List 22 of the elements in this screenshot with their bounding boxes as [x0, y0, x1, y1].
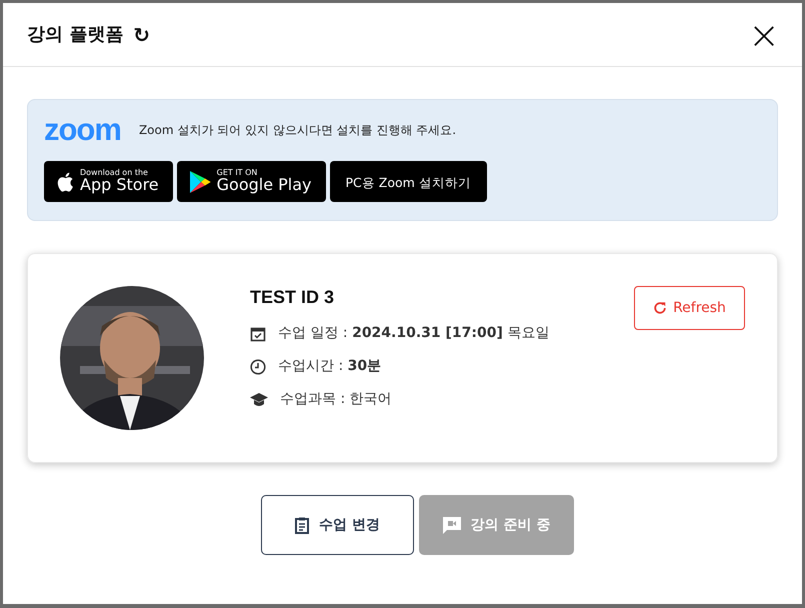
play-store-icon: [188, 170, 211, 194]
close-button[interactable]: ×: [748, 16, 780, 54]
clock-icon: [250, 358, 266, 374]
student-name: TEST ID 3: [250, 286, 336, 309]
calendar-icon: [250, 326, 266, 342]
clipboard-icon: [295, 516, 310, 534]
graduation-cap-icon: [250, 392, 268, 406]
install-message: Zoom 설치가 되어 있지 않으시다면 설치를 진행해 주세요.: [138, 122, 456, 138]
refresh-icon: [653, 301, 668, 315]
lesson-detail: 수업과목 : 한국어: [280, 390, 392, 409]
lesson-detail: 수업시간 : 30분: [278, 357, 382, 376]
change-class-button[interactable]: 수업 변경: [261, 495, 414, 555]
refresh-button[interactable]: Refresh: [634, 286, 745, 330]
dialog-title: 강의 플랫폼: [27, 23, 124, 47]
lesson-detail: 수업 일정 : 2024.10.31 [17:00] 목요일: [278, 324, 550, 343]
store-button[interactable]: GET IT ON Google Play: [176, 161, 326, 202]
zoom-logo: zoom: [44, 114, 121, 145]
refresh-button[interactable]: ↻: [133, 24, 150, 44]
video-chat-icon: [442, 516, 461, 534]
store-button[interactable]: Download on the App Store: [44, 161, 173, 202]
apple-icon: [56, 170, 74, 192]
store-button[interactable]: PC용 Zoom 설치하기: [330, 161, 487, 202]
